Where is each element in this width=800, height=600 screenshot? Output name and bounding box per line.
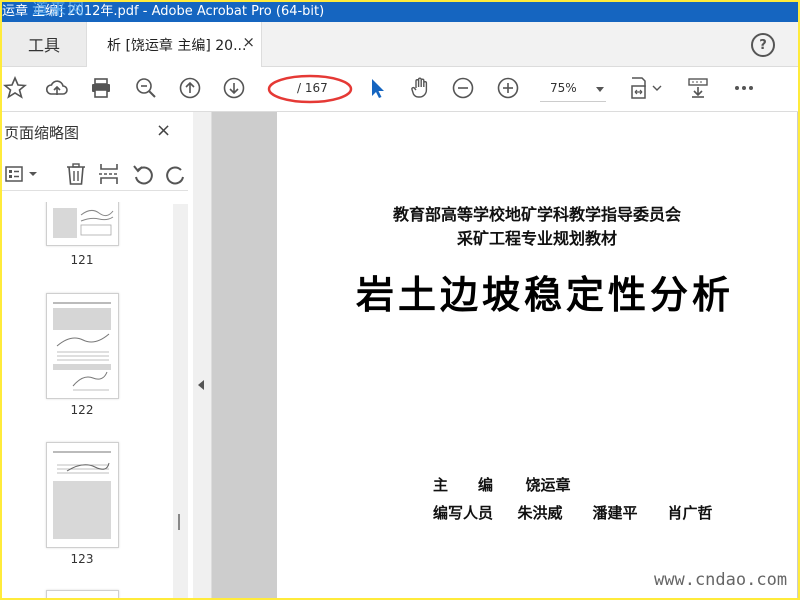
tab-bar: 工具 析 [饶运章 主编] 20... × ? [2,22,798,67]
thumbnail-scrollbar[interactable] [173,204,188,598]
page-number-box: / 167 [267,74,353,104]
page-subtitle-1: 教育部高等学校地矿学科教学指导委员会 [392,205,681,224]
thumbnail-page-124[interactable] [46,590,119,598]
thumbnail-label: 123 [70,552,94,566]
close-icon[interactable]: × [156,120,171,141]
more-icon[interactable] [731,75,757,101]
insert-page-icon[interactable] [97,162,121,186]
thumbnail-label: 122 [70,403,94,417]
watermark-logo: 道来网 [32,2,87,18]
page-title: 岩土边坡稳定性分析 [355,273,734,317]
toolbar: / 167 75% [2,67,798,112]
hand-icon[interactable] [407,75,433,101]
tab-tools[interactable]: 工具 [2,22,86,66]
star-icon[interactable] [2,75,28,101]
previous-page-icon[interactable] [177,75,203,101]
rotate-left-icon[interactable] [131,162,155,186]
tab-document-label: 析 [饶运章 主编] 20... [107,38,247,54]
panel-toolbar [2,158,188,191]
thumbnail-label: 121 [70,253,94,267]
zoom-out-icon[interactable] [450,75,476,101]
writers-label: 编写人员 [433,504,494,522]
watermark-url: www.cndao.com [654,570,788,590]
next-page-icon[interactable] [221,75,247,101]
select-arrow-icon[interactable] [364,75,390,101]
rotate-right-icon[interactable] [164,162,188,186]
zoom-level-select[interactable]: 75% [540,77,606,102]
thumbnails-panel: 页面缩略图 × 121 122 123 [2,112,194,598]
writers-line: 编写人员 朱洪威 潘建平 肖广哲 [433,502,713,523]
delete-icon[interactable] [64,162,88,186]
thumbnail-page-121[interactable] [46,202,119,246]
zoom-level-value: 75% [550,81,577,95]
page-fit-icon[interactable] [629,75,665,101]
scroll-mode-icon[interactable] [685,75,711,101]
page-subtitle-2: 采矿工程专业规划教材 [456,229,617,248]
panel-collapse-bar[interactable] [193,112,212,598]
collapse-arrow-icon[interactable] [198,380,204,390]
thumbnail-list: 121 122 123 [2,202,173,598]
annotation-circle [267,74,353,104]
writers-names: 朱洪威 潘建平 肖广哲 [517,504,713,522]
panel-title: 页面缩略图 [4,124,80,142]
upload-cloud-icon[interactable] [44,75,70,101]
zoom-out-search-icon[interactable] [133,75,159,101]
title-bar: 运章 主编] 2012年.pdf - Adobe Acrobat Pro (64… [2,2,798,22]
document-viewer[interactable]: 教育部高等学校地矿学科教学指导委员会 采矿工程专业规划教材 岩土边坡稳定性分析 … [212,112,798,598]
thumbnail-page-123[interactable] [46,442,119,548]
editor-line: 主 编 饶运章 [433,474,571,495]
zoom-in-icon[interactable] [495,75,521,101]
print-icon[interactable] [88,75,114,101]
app-window: 运章 主编] 2012年.pdf - Adobe Acrobat Pro (64… [2,2,798,598]
editor-label: 主 编 [433,476,494,494]
options-menu-icon[interactable] [4,162,42,186]
help-icon[interactable]: ? [751,33,775,57]
tab-document[interactable]: 析 [饶运章 主编] 20... × [86,22,262,67]
editor-name: 饶运章 [525,476,571,494]
chevron-down-icon [596,87,604,92]
tab-close-icon[interactable]: × [242,33,255,51]
pdf-page: 教育部高等学校地矿学科教学指导委员会 采矿工程专业规划教材 岩土边坡稳定性分析 … [277,112,797,598]
thumbnail-page-122[interactable] [46,293,119,399]
scrollbar-grip[interactable] [178,514,180,530]
